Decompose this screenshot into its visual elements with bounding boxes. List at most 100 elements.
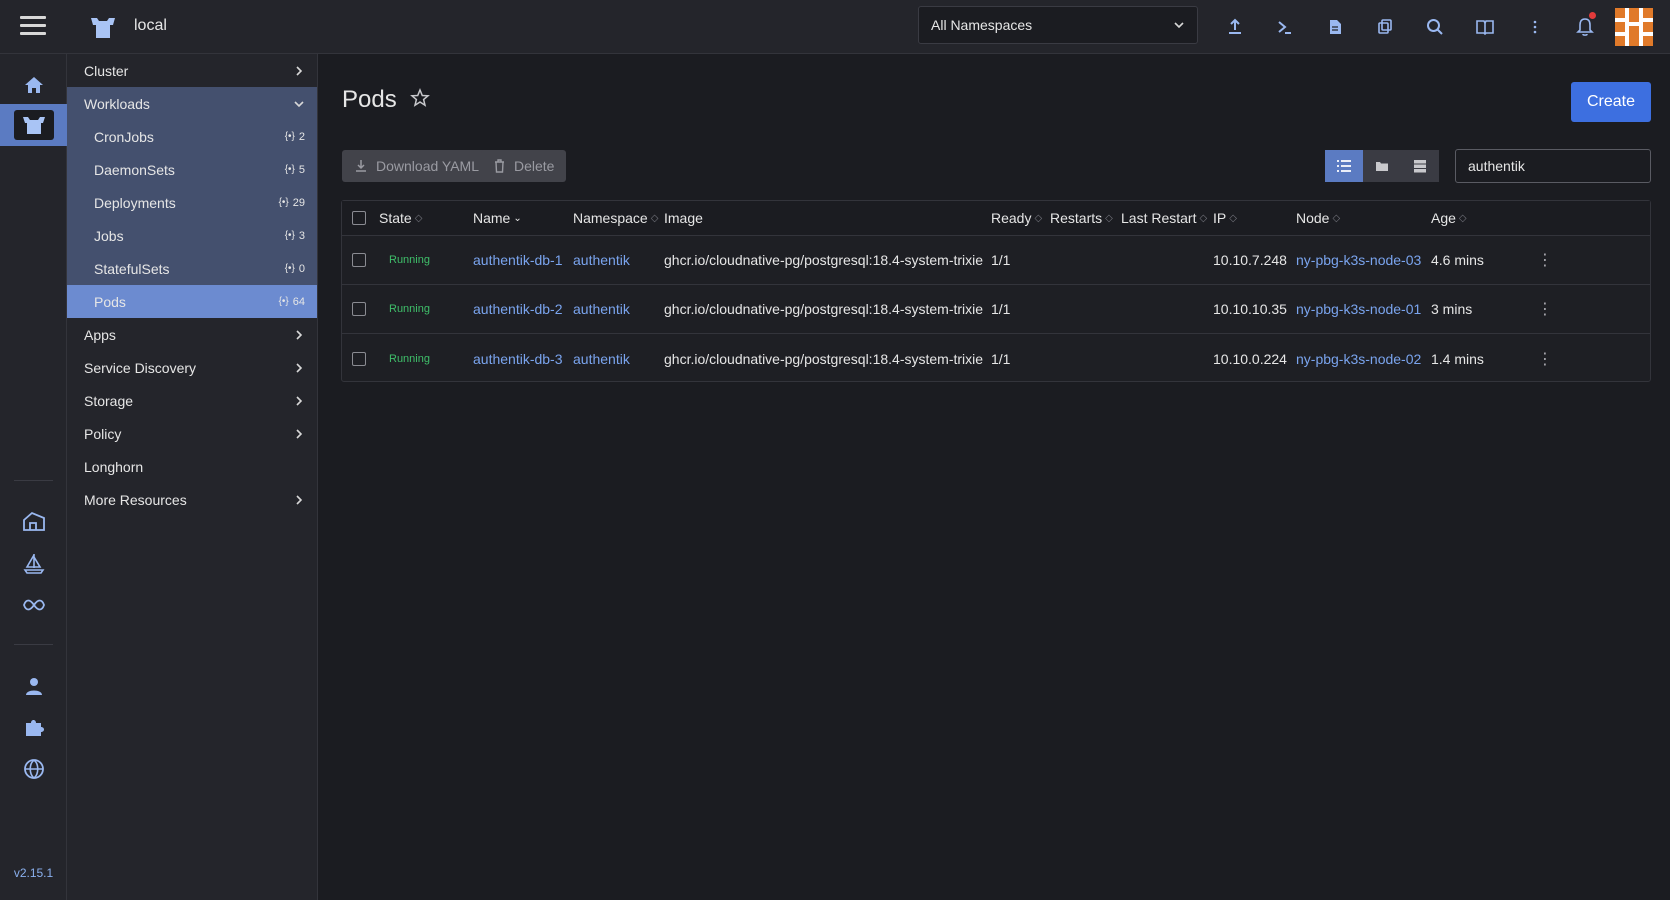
- sidebar-item-label: Longhorn: [84, 458, 144, 475]
- chevron-right-icon: [296, 428, 303, 439]
- download-icon: [356, 160, 366, 172]
- home-icon[interactable]: [0, 64, 67, 106]
- select-all-checkbox[interactable]: [352, 211, 366, 225]
- sidebar-item-jobs[interactable]: Jobs {•} 3: [67, 219, 317, 252]
- sidebar-item-service-discovery[interactable]: Service Discovery: [67, 351, 317, 384]
- docs-icon[interactable]: [1460, 0, 1510, 54]
- flat-list-icon[interactable]: [1325, 150, 1363, 182]
- delete-button[interactable]: Delete: [481, 150, 567, 182]
- extensions-icon[interactable]: [0, 706, 67, 748]
- resource-search-icon[interactable]: [1410, 0, 1460, 54]
- namespace-link[interactable]: authentik: [573, 301, 630, 317]
- delete-label: Delete: [514, 158, 555, 174]
- row-checkbox[interactable]: [352, 302, 366, 316]
- row-checkbox[interactable]: [352, 253, 366, 267]
- sidebar-item-cronjobs[interactable]: CronJobs {•} 2: [67, 120, 317, 153]
- fleet-icon[interactable]: [0, 500, 67, 542]
- sidebar-item-label: Deployments: [94, 194, 176, 211]
- download-yaml-button[interactable]: Download YAML: [342, 150, 491, 182]
- row-actions-icon[interactable]: ⋮: [1537, 299, 1553, 319]
- chevron-right-icon: [296, 65, 303, 76]
- resource-count: {•} 2: [284, 130, 305, 143]
- sidebar-item-daemonsets[interactable]: DaemonSets {•} 5: [67, 153, 317, 186]
- sidebar-item-label: Storage: [84, 392, 134, 409]
- image-value: ghcr.io/cloudnative-pg/postgresql:18.4-s…: [664, 301, 984, 317]
- sidebar-item-label: Pods: [94, 293, 126, 310]
- create-button[interactable]: Create: [1571, 82, 1651, 122]
- global-settings-icon[interactable]: [0, 748, 67, 790]
- namespaced-icon: {•}: [284, 164, 295, 175]
- import-yaml-icon[interactable]: [1210, 0, 1260, 54]
- column-header-last-restart[interactable]: Last Restart ◇: [1121, 201, 1207, 235]
- page-title: Pods: [342, 86, 397, 113]
- sort-icon: ◇: [1229, 212, 1237, 224]
- harvester-icon[interactable]: [0, 584, 67, 626]
- chevron-down-icon: [294, 100, 304, 107]
- column-header-namespace[interactable]: Namespace ◇: [573, 201, 658, 235]
- column-header-age[interactable]: Age ◇: [1431, 201, 1467, 235]
- column-header-restarts[interactable]: Restarts ◇: [1050, 201, 1113, 235]
- ready-value: 1/1: [991, 301, 1011, 317]
- node-link[interactable]: ny-pbg-k3s-node-01: [1296, 301, 1421, 317]
- sidebar-item-workloads[interactable]: Workloads: [67, 87, 317, 120]
- user-avatar[interactable]: [1615, 8, 1653, 46]
- column-header-node[interactable]: Node ◇: [1296, 201, 1340, 235]
- table-row[interactable]: Running authentik-db-2 authentik ghcr.io…: [342, 285, 1650, 334]
- column-header-state[interactable]: State ◇: [379, 201, 422, 235]
- folder-icon[interactable]: [1363, 150, 1401, 182]
- row-checkbox[interactable]: [352, 351, 366, 366]
- pod-name-link[interactable]: authentik-db-3: [473, 351, 563, 367]
- group-by-node-icon[interactable]: [1401, 150, 1439, 182]
- copy-kubeconfig-icon[interactable]: [1360, 0, 1410, 54]
- status-badge: Running: [389, 303, 430, 315]
- favorite-star-icon[interactable]: [410, 88, 430, 108]
- namespace-link[interactable]: authentik: [573, 252, 630, 268]
- resource-count: {•} 5: [284, 163, 305, 176]
- sidebar-item-apps[interactable]: Apps: [67, 318, 317, 351]
- more-icon[interactable]: [1510, 0, 1560, 54]
- sidebar-item-label: DaemonSets: [94, 161, 175, 178]
- ready-value: 1/1: [991, 350, 1011, 367]
- sidebar-item-label: Jobs: [94, 227, 124, 244]
- sidebar-item-label: Policy: [84, 425, 122, 442]
- chevron-down-icon: [1174, 22, 1184, 29]
- users-icon[interactable]: [0, 665, 67, 707]
- namespace-link[interactable]: authentik: [573, 351, 630, 367]
- sidebar-item-deployments[interactable]: Deployments {•} 29: [67, 186, 317, 219]
- version-label[interactable]: v2.15.1: [0, 866, 67, 880]
- row-actions-icon[interactable]: ⋮: [1537, 250, 1553, 270]
- sort-icon: ◇: [1034, 212, 1043, 224]
- kubeconfig-icon[interactable]: [1310, 0, 1360, 54]
- cluster-icon[interactable]: [0, 104, 67, 146]
- resource-count: {•} 64: [278, 295, 305, 308]
- sidebar-item-storage[interactable]: Storage: [67, 384, 317, 417]
- cluster-name[interactable]: local: [134, 17, 167, 35]
- column-header-ip[interactable]: IP ◇: [1213, 201, 1237, 235]
- hamburger-menu-icon[interactable]: [20, 16, 46, 38]
- column-header-name[interactable]: Name ⌄: [473, 201, 522, 235]
- sidebar-item-pods[interactable]: Pods {•} 64: [67, 285, 317, 318]
- sidebar-item-label: Cluster: [84, 62, 129, 79]
- table-row[interactable]: Running authentik-db-3 authentik ghcr.io…: [342, 334, 1650, 383]
- age-value: 4.6 mins: [1431, 252, 1484, 268]
- row-actions-icon[interactable]: ⋮: [1537, 349, 1553, 369]
- node-link[interactable]: ny-pbg-k3s-node-03: [1296, 252, 1421, 268]
- table-row[interactable]: Running authentik-db-1 authentik ghcr.io…: [342, 236, 1650, 285]
- left-rail: v2.15.1: [0, 54, 67, 900]
- sidebar-item-policy[interactable]: Policy: [67, 417, 317, 450]
- namespace-select[interactable]: All Namespaces: [918, 6, 1198, 44]
- extensions-helm-icon[interactable]: [0, 542, 67, 584]
- sidebar-item-cluster[interactable]: Cluster: [67, 54, 317, 87]
- column-header-ready[interactable]: Ready ◇: [991, 201, 1042, 235]
- sidebar-item-statefulsets[interactable]: StatefulSets {•} 0: [67, 252, 317, 285]
- notifications-icon[interactable]: [1560, 0, 1610, 54]
- pod-name-link[interactable]: authentik-db-2: [473, 301, 563, 317]
- pod-name-link[interactable]: authentik-db-1: [473, 252, 563, 268]
- sidebar-item-more-resources[interactable]: More Resources: [67, 483, 317, 516]
- node-link[interactable]: ny-pbg-k3s-node-02: [1296, 351, 1421, 367]
- notification-badge: [1589, 12, 1596, 19]
- kubectl-shell-icon[interactable]: [1260, 0, 1310, 54]
- filter-search-input[interactable]: [1455, 149, 1651, 183]
- sidebar-item-longhorn[interactable]: Longhorn: [67, 450, 317, 483]
- resource-count: {•} 29: [278, 196, 305, 209]
